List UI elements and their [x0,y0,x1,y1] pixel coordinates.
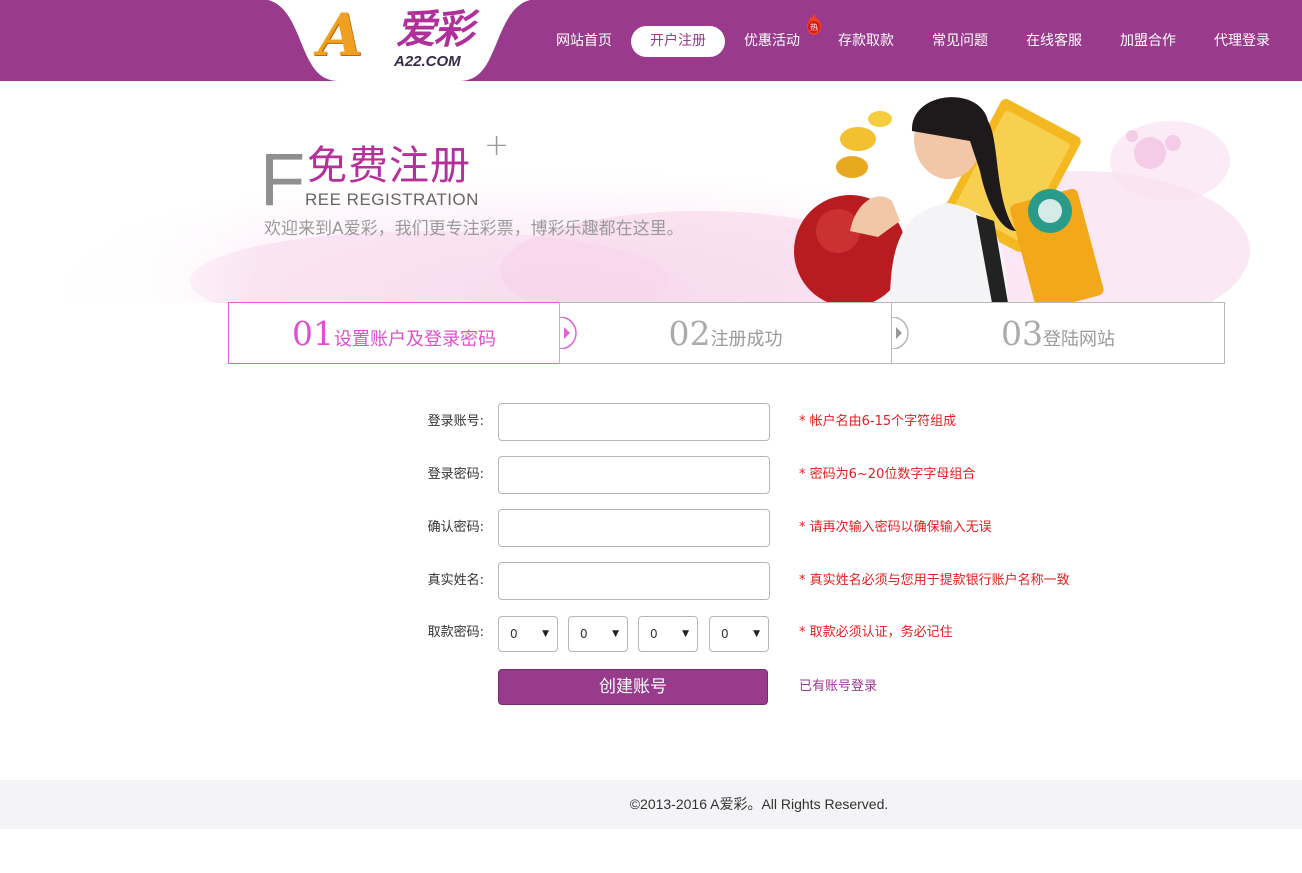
create-account-button[interactable]: 创建账号 [498,669,768,705]
form-row-password: 登录密码: * 密码为6~20位数字字母组合 [0,456,1302,494]
step-2: 02注册成功 [559,302,892,364]
digit-3-value: 0 [650,627,658,641]
form-row-withdraw-pin: 取款密码: 0 ▼ 0 ▼ 0 ▼ 0 ▼ * 取款必须认证，务必记住 [0,614,1302,652]
form-row-confirm-password: 确认密码: * 请再次输入密码以确保输入无误 [0,509,1302,547]
dropdown-arrow-icon: ▼ [753,629,760,639]
step-3: 03登陆网站 [891,302,1225,364]
step-2-label: 注册成功 [710,329,783,350]
banner-title: 免费注册 [307,143,471,189]
nav-deposit-withdraw[interactable]: 存款取款 [827,26,905,57]
real-name-input[interactable] [498,562,770,600]
nav-faq[interactable]: 常见问题 [921,26,999,57]
confirm-password-label: 确认密码: [427,520,484,535]
existing-account-login-link[interactable]: 已有账号登录 [799,669,877,705]
step-1-number: 01 [292,314,334,353]
password-input[interactable] [498,456,770,494]
withdraw-pin-hint: * 取款必须认证，务必记住 [799,625,953,640]
withdraw-pin-digit-4[interactable]: 0 ▼ [709,616,769,652]
logo-name[interactable]: 爱彩 [396,10,474,50]
nav-agent-login[interactable]: 代理登录 [1203,26,1281,57]
copyright-text: ©2013-2016 A爱彩。All Rights Reserved. [629,796,889,812]
digit-4-value: 0 [721,627,729,641]
nav-register[interactable]: 开户注册 [631,26,725,57]
step-2-number: 02 [668,314,711,353]
page-footer: ©2013-2016 A爱彩。All Rights Reserved. [0,780,1302,829]
digit-2-value: 0 [580,627,588,641]
nav-online-service[interactable]: 在线客服 [1015,26,1093,57]
nav-home[interactable]: 网站首页 [545,26,623,57]
digit-1-value: 0 [510,627,518,641]
step-arrow-icon [892,317,909,349]
banner-welcome: 欢迎来到A爱彩，我们更专注彩票，博彩乐趣都在这里。 [264,219,684,239]
withdraw-pin-label: 取款密码: [427,625,484,640]
logo-domain: A22.COM [394,53,461,70]
hot-badge-text: 热 [810,22,818,32]
step-3-label: 登陆网站 [1043,329,1115,350]
withdraw-pin-digit-3[interactable]: 0 ▼ [638,616,698,652]
top-header: A 爱彩 A22.COM 网站首页 开户注册 优惠活动 热 存款取款 常见问题 … [0,0,1302,81]
password-hint: * 密码为6~20位数字字母组合 [799,467,976,482]
dropdown-arrow-icon: ▼ [542,629,549,639]
banner-subtitle: REE REGISTRATION [305,190,479,209]
confirm-password-input[interactable] [498,509,770,547]
registration-steps: 01设置账户及登录密码 02注册成功 03登陆网站 [228,302,1225,364]
dropdown-arrow-icon: ▼ [682,629,689,639]
nav-promotions[interactable]: 优惠活动 [733,26,811,57]
dropdown-arrow-icon: ▼ [612,629,619,639]
plus-icon: + [484,128,510,163]
confirm-password-hint: * 请再次输入密码以确保输入无误 [799,520,992,535]
form-row-username: 登录账号: * 帐户名由6-15个字符组成 [0,403,1302,441]
banner-model-illustration [794,97,1104,303]
username-hint: * 帐户名由6-15个字符组成 [799,414,957,429]
form-row-real-name: 真实姓名: * 真实姓名必须与您用于提款银行账户名称一致 [0,562,1302,600]
password-label: 登录密码: [427,467,484,482]
banner-big-letter: F [260,138,306,221]
step-arrow-icon [560,317,577,349]
withdraw-pin-digit-1[interactable]: 0 ▼ [498,616,558,652]
step-1-label: 设置账户及登录密码 [334,329,496,350]
username-input[interactable] [498,403,770,441]
nav-partnership[interactable]: 加盟合作 [1109,26,1187,57]
fire-icon: 热 [807,13,821,35]
banner-fade [0,81,260,303]
step-1: 01设置账户及登录密码 [228,302,560,364]
step-3-number: 03 [1001,314,1043,353]
withdraw-pin-digit-2[interactable]: 0 ▼ [568,616,628,652]
real-name-label: 真实姓名: [427,573,484,588]
logo-letter[interactable]: A [318,6,363,64]
register-banner: F 免费注册 + REE REGISTRATION 欢迎来到A爱彩，我们更专注彩… [0,81,1302,303]
real-name-hint: * 真实姓名必须与您用于提款银行账户名称一致 [799,573,1070,588]
username-label: 登录账号: [427,414,484,429]
